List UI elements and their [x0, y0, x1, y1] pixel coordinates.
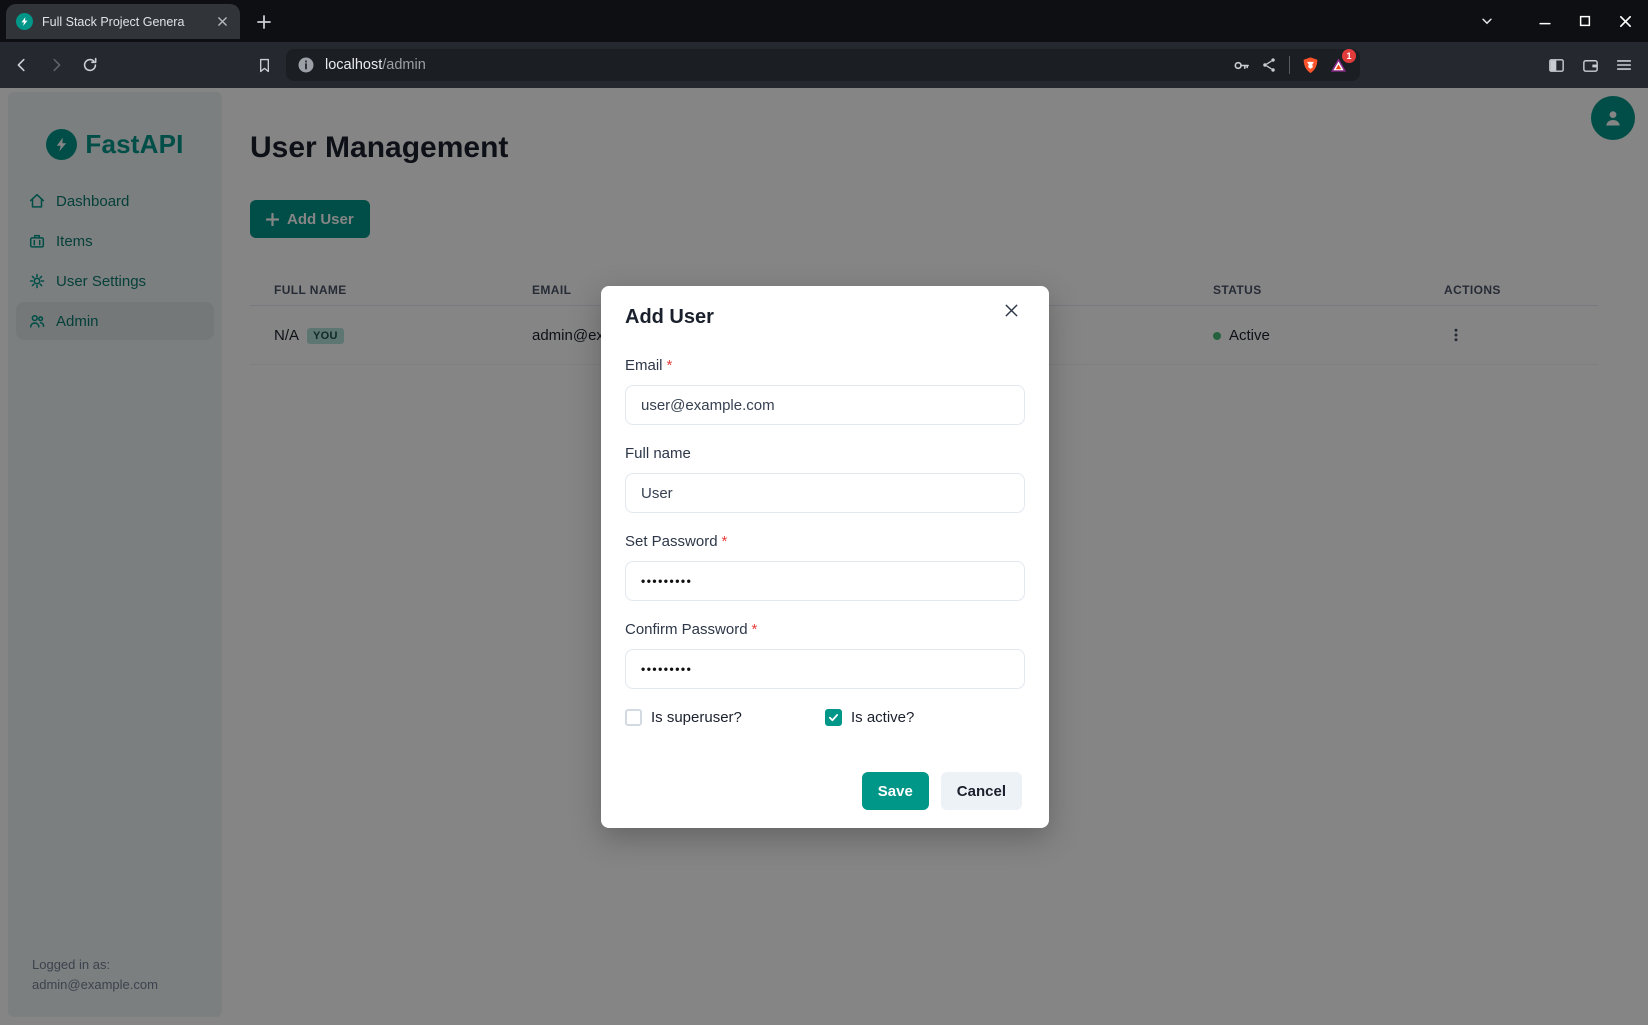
save-button[interactable]: Save: [862, 772, 929, 810]
tab-title: Full Stack Project Genera: [42, 15, 208, 29]
required-asterisk: *: [752, 621, 758, 638]
back-button[interactable]: [6, 49, 38, 81]
tab-search-chevron-icon[interactable]: [1474, 8, 1500, 34]
reload-button[interactable]: [74, 49, 106, 81]
required-asterisk: *: [667, 357, 673, 374]
browser-titlebar: Full Stack Project Genera: [0, 0, 1648, 42]
url-text: localhost/admin: [325, 57, 1227, 73]
email-field[interactable]: [625, 385, 1025, 425]
fastapi-favicon-icon: [16, 13, 33, 30]
cancel-button[interactable]: Cancel: [941, 772, 1022, 810]
minimize-button[interactable]: [1532, 8, 1558, 34]
sidebar-panel-icon[interactable]: [1540, 49, 1572, 81]
is-active-label[interactable]: Is active?: [851, 709, 914, 726]
bookmark-icon[interactable]: [248, 49, 280, 81]
tab-close-icon[interactable]: [212, 12, 232, 32]
maximize-button[interactable]: [1572, 8, 1598, 34]
set-password-label: Set Password: [625, 533, 718, 550]
full-name-label: Full name: [625, 445, 691, 462]
menu-icon[interactable]: [1608, 49, 1640, 81]
confirm-password-label: Confirm Password: [625, 621, 748, 638]
site-info-icon[interactable]: [296, 55, 316, 75]
confirm-password-field[interactable]: [625, 649, 1025, 689]
page-viewport: FastAPI Dashboard Items User Settings: [0, 88, 1648, 1025]
address-bar[interactable]: localhost/admin 1: [286, 49, 1360, 81]
browser-toolbar: localhost/admin 1: [0, 42, 1648, 88]
is-superuser-label[interactable]: Is superuser?: [651, 709, 742, 726]
password-key-icon[interactable]: [1227, 51, 1255, 79]
modal-title: Add User: [625, 306, 1025, 329]
is-superuser-checkbox[interactable]: [625, 709, 642, 726]
new-tab-button[interactable]: [252, 10, 276, 34]
wallet-icon[interactable]: [1574, 49, 1606, 81]
window-controls: [1474, 0, 1648, 42]
email-label: Email: [625, 357, 663, 374]
close-window-button[interactable]: [1612, 8, 1638, 34]
required-asterisk: *: [722, 533, 728, 550]
add-user-modal: Add User Email* Full name Set Password* …: [601, 286, 1049, 828]
forward-button[interactable]: [40, 49, 72, 81]
rewards-badge: 1: [1342, 49, 1356, 63]
modal-close-icon[interactable]: [997, 296, 1025, 324]
full-name-field[interactable]: [625, 473, 1025, 513]
brave-shields-icon[interactable]: [1296, 51, 1324, 79]
brave-rewards-icon[interactable]: 1: [1324, 51, 1352, 79]
is-active-checkbox[interactable]: [825, 709, 842, 726]
share-icon[interactable]: [1255, 51, 1283, 79]
set-password-field[interactable]: [625, 561, 1025, 601]
browser-tab[interactable]: Full Stack Project Genera: [6, 4, 240, 39]
